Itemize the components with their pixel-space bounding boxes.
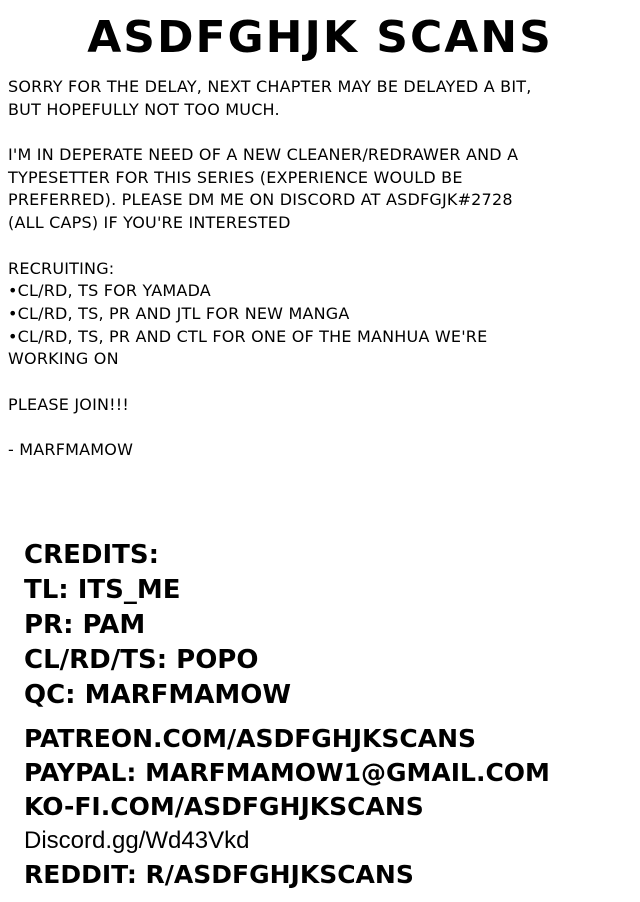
- paypal-link: PAYPAL: MARFMAMOW1@GMAIL.COM: [24, 758, 550, 787]
- notice-line: I'M IN DEPERATE NEED OF A NEW CLEANER/RE…: [8, 145, 519, 165]
- credits-page: ASDFGHJK SCANS SORRY FOR THE DELAY, NEXT…: [0, 0, 640, 902]
- notice-line: (ALL CAPS) IF YOU'RE INTERESTED: [8, 213, 291, 233]
- notice-line: PREFERRED). PLEASE DM ME ON DISCORD AT A…: [8, 190, 513, 210]
- credit-quality-checker: QC: MARFMAMOW: [24, 680, 292, 710]
- credits-block: CREDITS: TL: ITS_ME PR: PAM CL/RD/TS: PO…: [24, 538, 624, 713]
- recruiting-heading: RECRUITING:: [8, 258, 115, 278]
- join-plea: PLEASE JOIN!!!: [8, 394, 130, 414]
- patreon-link: PATREON.COM/ASDFGHJKSCANS: [24, 724, 477, 753]
- discord-link: Discord.gg/Wd43Vkd: [24, 827, 250, 854]
- notice-line: SORRY FOR THE DELAY, NEXT CHAPTER MAY BE…: [8, 77, 532, 96]
- support-links: PATREON.COM/ASDFGHJKSCANS PAYPAL: MARFMA…: [24, 722, 634, 892]
- signature: - MARFMAMOW: [8, 440, 134, 459]
- notice-line: BUT HOPEFULLY NOT TOO MUCH.: [8, 99, 280, 119]
- credit-cleaner-typesetter: CL/RD/TS: POPO: [24, 645, 259, 675]
- recruiting-item: •CL/RD, TS FOR YAMADA: [8, 281, 211, 301]
- kofi-link: KO-FI.COM/ASDFGHJKSCANS: [24, 792, 424, 821]
- recruiting-item: •CL/RD, TS, PR AND JTL FOR NEW MANGA: [8, 303, 350, 323]
- credits-heading: CREDITS:: [24, 540, 159, 570]
- credit-proofreader: PR: PAM: [24, 610, 146, 640]
- announcement-text: SORRY FOR THE DELAY, NEXT CHAPTER MAY BE…: [8, 76, 634, 462]
- reddit-link: REDDIT: R/ASDFGHJKSCANS: [24, 860, 414, 889]
- recruiting-item-continued: WORKING ON: [8, 349, 119, 369]
- notice-line: TYPESETTER FOR THIS SERIES (EXPERIENCE W…: [8, 167, 463, 187]
- page-title: ASDFGHJK SCANS: [87, 12, 553, 63]
- recruiting-item: •CL/RD, TS, PR AND CTL FOR ONE OF THE MA…: [8, 326, 488, 346]
- credit-translator: TL: ITS_ME: [24, 575, 181, 605]
